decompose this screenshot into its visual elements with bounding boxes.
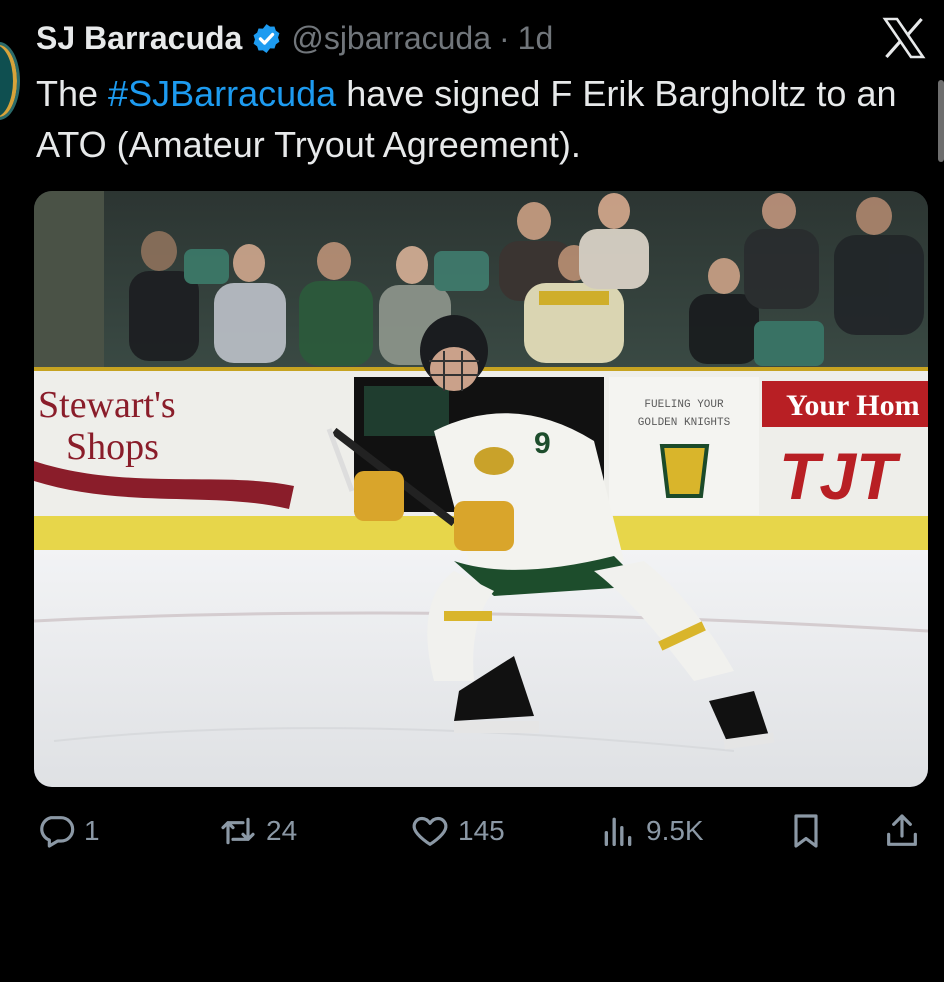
ad-fueling-line2: GOLDEN KNIGHTS xyxy=(638,417,731,429)
tweet-text: The #SJBarracuda have signed F Erik Barg… xyxy=(36,68,926,170)
share-button[interactable] xyxy=(882,808,922,854)
heart-icon xyxy=(412,816,448,846)
like-button[interactable]: 145 xyxy=(410,808,505,854)
repost-button[interactable]: 24 xyxy=(218,808,297,854)
views-count: 9.5K xyxy=(646,815,704,846)
timestamp[interactable]: 1d xyxy=(518,20,554,57)
x-logo-icon[interactable] xyxy=(880,14,928,62)
ad-your-home: Your Hom xyxy=(786,389,920,422)
jersey-number: 9 xyxy=(534,427,551,460)
reply-button[interactable]: 1 xyxy=(36,808,100,854)
bookmark-button[interactable] xyxy=(786,808,826,854)
like-count: 145 xyxy=(458,815,505,846)
tweet-header: SJ Barracuda @sjbarracuda · 1d xyxy=(36,16,553,60)
avatar[interactable] xyxy=(0,42,20,120)
reply-count: 1 xyxy=(84,815,100,846)
display-name[interactable]: SJ Barracuda xyxy=(36,20,242,57)
bookmark-icon xyxy=(794,814,818,848)
views-icon xyxy=(604,817,632,846)
verified-badge-icon xyxy=(253,23,280,53)
reply-icon xyxy=(40,816,75,848)
repost-count: 24 xyxy=(266,815,298,846)
ad-stewarts-line1: Stewart's xyxy=(38,384,176,426)
hockey-player-photo: Stewart's Shops FUELING YOUR GOLDEN KNIG… xyxy=(34,191,928,787)
share-icon xyxy=(887,814,917,846)
scrollbar[interactable] xyxy=(938,80,944,162)
tweet-photo[interactable]: Stewart's Shops FUELING YOUR GOLDEN KNIG… xyxy=(34,191,928,787)
repost-icon xyxy=(221,817,255,845)
ad-fueling-line1: FUELING YOUR xyxy=(644,399,724,411)
ad-tj: TJT xyxy=(779,439,901,513)
tweet-text-before: The xyxy=(36,73,109,114)
handle[interactable]: @sjbarracuda xyxy=(291,20,491,57)
hashtag-link[interactable]: #SJBarracuda xyxy=(108,73,336,114)
tweet-actions: 1 24 145 9.5K xyxy=(36,808,926,854)
separator: · xyxy=(499,19,510,56)
ad-stewarts-line2: Shops xyxy=(66,426,159,468)
views-button[interactable]: 9.5K xyxy=(598,808,704,854)
